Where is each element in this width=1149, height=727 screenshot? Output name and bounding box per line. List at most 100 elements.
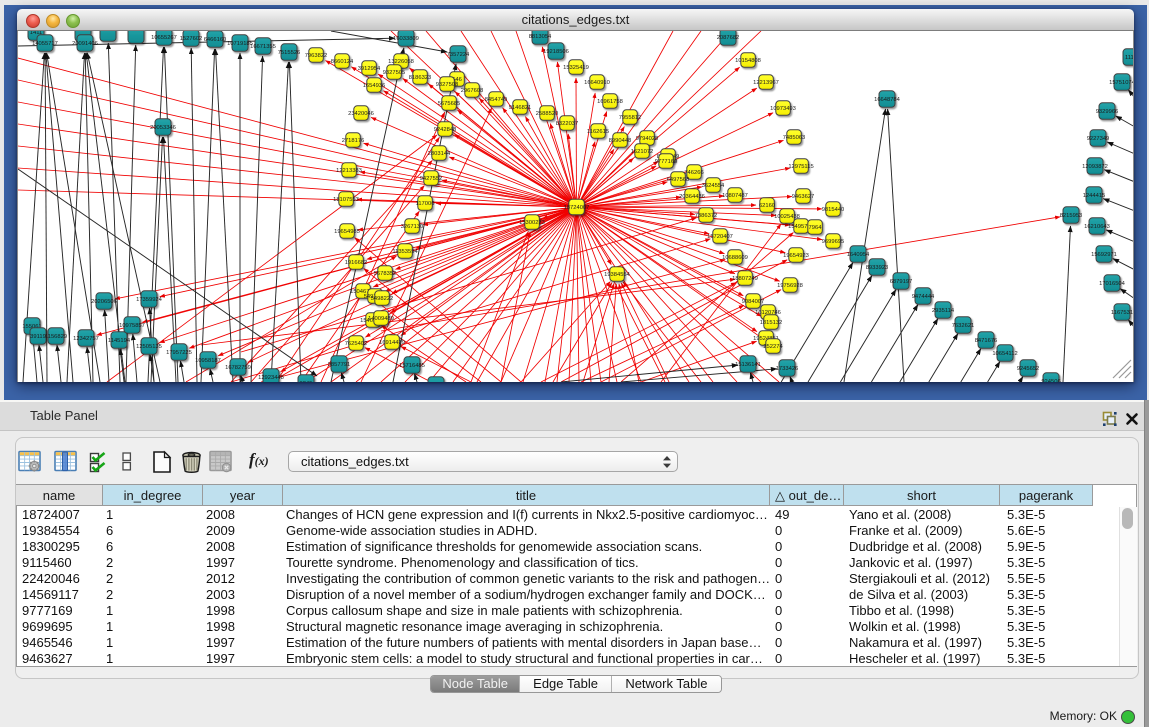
- svg-text:15751074: 15751074: [1109, 80, 1134, 86]
- svg-text:1156829: 1156829: [45, 334, 67, 340]
- svg-text:19654923: 19654923: [783, 253, 809, 259]
- svg-text:8660124: 8660124: [331, 59, 354, 65]
- svg-text:19756928: 19756928: [777, 283, 803, 289]
- svg-text:9245652: 9245652: [1017, 366, 1040, 372]
- svg-text:9427552: 9427552: [420, 176, 443, 182]
- svg-text:9463627: 9463627: [792, 194, 815, 200]
- svg-text:1621072: 1621072: [631, 149, 654, 155]
- svg-text:1244415: 1244415: [1083, 193, 1106, 199]
- svg-text:7955812: 7955812: [619, 115, 642, 121]
- svg-text:1654936: 1654936: [363, 83, 386, 89]
- svg-text:7625402: 7625402: [345, 341, 368, 347]
- svg-text:15716485: 15716485: [399, 363, 425, 369]
- svg-text:9699695: 9699695: [822, 239, 845, 245]
- svg-text:20053346: 20053346: [150, 125, 176, 131]
- svg-text:16210643: 16210643: [1084, 224, 1110, 230]
- svg-text:7964: 7964: [809, 225, 823, 231]
- svg-text:17016504: 17016504: [1099, 281, 1126, 287]
- svg-text:9327508: 9327508: [436, 82, 459, 88]
- svg-text:11353594: 11353594: [392, 249, 418, 255]
- svg-text:9474444: 9474444: [912, 294, 935, 300]
- svg-text:9227349: 9227349: [1087, 136, 1110, 142]
- svg-text:6466160: 6466160: [204, 37, 227, 43]
- svg-text:12213967: 12213967: [753, 80, 779, 86]
- svg-text:9242848: 9242848: [434, 127, 457, 133]
- svg-text:8990448: 8990448: [609, 138, 632, 144]
- svg-text:15720407: 15720407: [707, 234, 733, 240]
- svg-text:2935114: 2935114: [932, 308, 955, 314]
- svg-text:12213383: 12213383: [336, 168, 362, 174]
- svg-text:9777169: 9777169: [655, 159, 678, 165]
- svg-text:15325419: 15325419: [563, 65, 589, 71]
- svg-text:2087682: 2087682: [717, 35, 740, 41]
- svg-text:10807487: 10807487: [722, 193, 748, 199]
- svg-text:9815440: 9815440: [822, 207, 845, 213]
- svg-text:117006: 117006: [416, 201, 435, 207]
- svg-text:1162615: 1162615: [587, 129, 609, 135]
- svg-text:10719185: 10719185: [227, 41, 253, 47]
- svg-text:18107553: 18107553: [333, 197, 359, 203]
- svg-text:39119: 39119: [30, 334, 46, 340]
- svg-text:746266: 746266: [684, 170, 703, 176]
- svg-text:10655267: 10655267: [151, 35, 177, 41]
- svg-text:17957225: 17957225: [166, 350, 192, 356]
- svg-text:9327505: 9327505: [383, 70, 406, 76]
- svg-text:10958187: 10958187: [195, 358, 221, 364]
- svg-text:12093872: 12093872: [1082, 164, 1108, 170]
- svg-text:16640910: 16640910: [584, 80, 610, 86]
- svg-text:7632621: 7632621: [952, 323, 975, 329]
- svg-text:6879197: 6879197: [890, 279, 913, 285]
- svg-text:19384554: 19384554: [604, 272, 631, 278]
- svg-text:16782759: 16782759: [225, 365, 251, 371]
- svg-text:9857791: 9857791: [328, 362, 351, 368]
- svg-text:8813054: 8813054: [529, 34, 552, 40]
- svg-text:2718176: 2718176: [342, 138, 365, 144]
- svg-text:10975857: 10975857: [119, 323, 145, 329]
- svg-text:7963822: 7963822: [305, 53, 328, 59]
- svg-text:12342757: 12342757: [73, 336, 99, 342]
- svg-text:6497568: 6497568: [667, 177, 690, 183]
- svg-text:15300273: 15300273: [519, 220, 545, 226]
- svg-text:1733426: 1733426: [776, 366, 799, 372]
- svg-text:5678352: 5678352: [374, 271, 397, 277]
- svg-text:20206506: 20206506: [91, 299, 117, 305]
- svg-text:3267130: 3267130: [401, 224, 424, 230]
- svg-text:16033809: 16033809: [393, 36, 419, 42]
- svg-text:10973493: 10973493: [770, 106, 796, 112]
- svg-text:15692971: 15692971: [1091, 252, 1117, 258]
- svg-text:2967608: 2967608: [461, 88, 484, 94]
- svg-text:9146821: 9146821: [509, 105, 532, 111]
- svg-text:252274: 252274: [763, 344, 783, 350]
- svg-text:8322037: 8322037: [556, 121, 579, 127]
- svg-text:1916682: 1916682: [345, 260, 368, 266]
- svg-text:8454749: 8454749: [485, 97, 508, 103]
- svg-text:8933923: 8933923: [866, 265, 889, 271]
- svg-text:20364436: 20364436: [679, 194, 705, 200]
- svg-text:1815132: 1815132: [760, 320, 783, 326]
- svg-text:2588520: 2588520: [536, 111, 559, 117]
- svg-text:8471676: 8471676: [975, 338, 998, 344]
- svg-text:62160: 62160: [759, 203, 775, 209]
- svg-text:7357224: 7357224: [447, 52, 470, 58]
- svg-text:16648784: 16648784: [874, 97, 901, 103]
- svg-text:5675685: 5675685: [438, 101, 461, 107]
- svg-text:1117: 1117: [1125, 55, 1134, 61]
- svg-text:9245: 9245: [300, 381, 313, 382]
- svg-text:10654112: 10654112: [992, 351, 1017, 357]
- svg-text:12505135: 12505135: [136, 344, 162, 350]
- svg-text:16914479: 16914479: [379, 340, 405, 346]
- svg-text:15136141: 15136141: [735, 362, 761, 368]
- svg-text:1640954: 1640954: [847, 252, 870, 258]
- svg-text:7485063: 7485063: [783, 135, 806, 141]
- svg-text:9329966: 9329966: [1096, 109, 1119, 115]
- svg-text:1527602: 1527602: [180, 36, 203, 42]
- svg-text:5498222: 5498222: [371, 296, 394, 302]
- svg-text:924506: 924506: [1041, 379, 1060, 382]
- svg-text:10154808: 10154808: [735, 58, 761, 64]
- svg-text:9084007: 9084007: [742, 299, 765, 305]
- svg-text:8215953: 8215953: [1060, 213, 1083, 219]
- svg-text:1145194: 1145194: [108, 338, 131, 344]
- svg-text:7386372: 7386372: [695, 213, 718, 219]
- svg-text:2803144: 2803144: [428, 151, 451, 157]
- svg-text:8186323: 8186323: [409, 75, 432, 81]
